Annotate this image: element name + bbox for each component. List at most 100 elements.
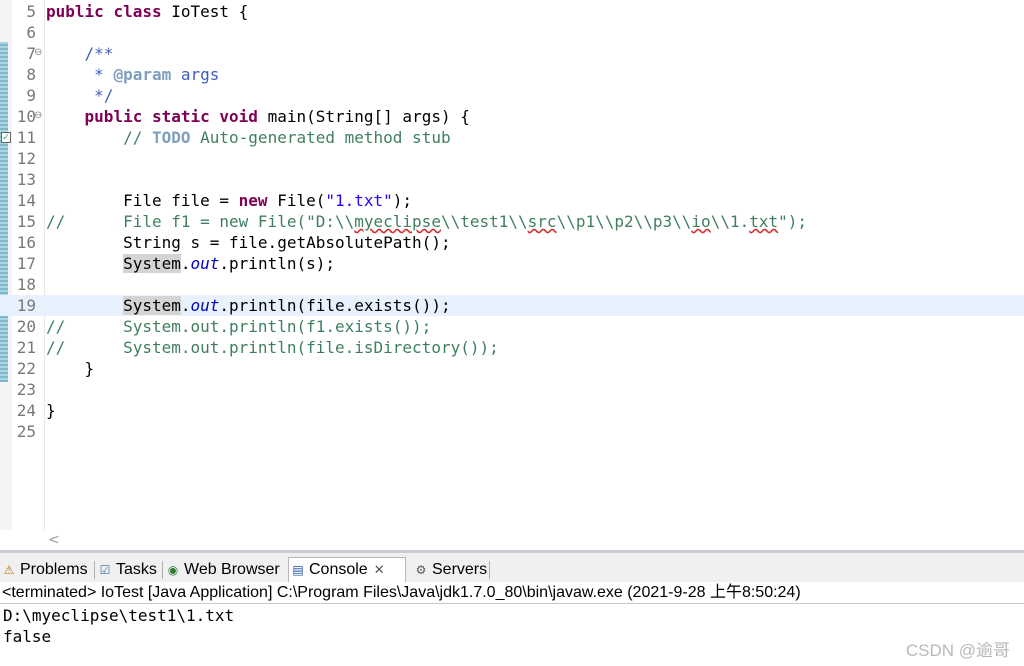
line-number: 10: [16, 107, 36, 126]
code-token: out: [190, 254, 220, 273]
code-line[interactable]: 25: [0, 421, 1024, 442]
code-editor[interactable]: 5 public class IoTest {6 7 ⊖ /** 8 * @param …: [0, 0, 1024, 530]
tab-web-browser[interactable]: ◉ Web Browser: [164, 557, 282, 582]
line-number: 13: [16, 170, 36, 189]
code-text: System.out.println(file.exists());: [46, 295, 451, 316]
code-line[interactable]: 18: [0, 274, 1024, 295]
code-line[interactable]: 12: [0, 148, 1024, 169]
current-code-line[interactable]: 19 System.out.println(file.exists());: [0, 295, 1024, 316]
line-number: 6: [26, 23, 36, 42]
tab-problems[interactable]: ⚠ Problems: [0, 557, 90, 582]
code-text: }: [46, 358, 95, 379]
tab-console[interactable]: ▤ Console ✕: [288, 557, 406, 582]
tab-separator: [162, 561, 163, 579]
code-token: "1.txt": [325, 191, 393, 210]
tab-separator: [94, 561, 95, 579]
code-token: public: [46, 2, 104, 21]
code-token: public: [84, 107, 143, 126]
code-line[interactable]: 5 public class IoTest {: [0, 1, 1024, 22]
code-line[interactable]: 7 ⊖ /**: [0, 43, 1024, 64]
code-token: main(String[] args) {: [257, 107, 470, 126]
code-token: }: [46, 401, 56, 420]
servers-icon: ⚙: [415, 562, 427, 577]
code-token: // File f1 = new File("D:\\: [46, 212, 355, 231]
code-token: args: [171, 65, 220, 84]
code-line[interactable]: 13: [0, 169, 1024, 190]
code-text: public class IoTest {: [46, 1, 248, 22]
code-line[interactable]: 14 File file = new File("1.txt");: [0, 190, 1024, 211]
line-number: 19: [16, 296, 36, 315]
code-token: .println(s);: [219, 254, 335, 273]
tab-separator: [489, 561, 490, 579]
code-token: myeclipse: [354, 212, 441, 231]
code-token: class: [113, 2, 162, 21]
code-token: \\p1\\p2\\p3\\: [556, 212, 692, 231]
code-line[interactable]: 10 ⊖ public static void main(String[] arg…: [0, 106, 1024, 127]
code-token: IoTest {: [161, 2, 249, 21]
console-output[interactable]: D:\myeclipse\test1\1.txt false: [0, 604, 1024, 666]
code-token: \\1.: [710, 212, 750, 231]
line-number: 24: [16, 401, 36, 420]
code-line[interactable]: 15// File f1 = new File("D:\\myeclipse\\…: [0, 211, 1024, 232]
view-tab-bar: ⚠ Problems ☑ Tasks ◉ Web Browser ▤ Conso…: [0, 550, 1024, 582]
tab-tasks[interactable]: ☑ Tasks: [96, 557, 159, 582]
code-token: System: [123, 296, 181, 315]
code-line[interactable]: 8 * @param args: [0, 64, 1024, 85]
scroll-left-icon[interactable]: <: [48, 532, 60, 548]
horizontal-scrollbar[interactable]: <: [44, 530, 1024, 550]
line-number: 15: [16, 212, 36, 231]
line-number: 11: [16, 128, 36, 147]
web-browser-icon: ◉: [167, 562, 179, 577]
line-number: 12: [16, 149, 36, 168]
code-token: //: [123, 128, 152, 147]
code-token: @param: [113, 65, 172, 84]
code-token: /**: [84, 44, 114, 63]
code-line[interactable]: 9 */: [0, 85, 1024, 106]
line-number: 8: [26, 65, 36, 84]
code-token: src: [527, 212, 557, 231]
code-text: // File f1 = new File("D:\\myeclipse\\te…: [46, 211, 807, 232]
code-text: * @param args: [46, 64, 219, 85]
code-line[interactable]: 24}: [0, 400, 1024, 421]
code-line[interactable]: 21 // System.out.println(file.isDirectory…: [0, 337, 1024, 358]
line-number: 20: [16, 317, 36, 336]
code-token: ");: [778, 212, 808, 231]
tab-servers[interactable]: ⚙ Servers: [412, 557, 489, 582]
code-text: public static void main(String[] args) {: [46, 106, 470, 127]
line-number: 14: [16, 191, 36, 210]
code-text: // System.out.println(file.isDirectory()…: [46, 337, 499, 358]
line-number: 5: [26, 2, 36, 21]
code-line[interactable]: 11 ✓ // TODO Auto-generated method stub: [0, 127, 1024, 148]
line-number: 17: [16, 254, 36, 273]
code-text: System.out.println(s);: [46, 253, 335, 274]
code-token: io: [691, 212, 711, 231]
line-number: 7: [26, 44, 36, 63]
code-line[interactable]: 17 System.out.println(s);: [0, 253, 1024, 274]
fold-toggle-icon[interactable]: ⊖: [34, 110, 42, 122]
close-icon[interactable]: ✕: [374, 562, 385, 578]
code-line[interactable]: 20 // System.out.println(f1.exists());: [0, 316, 1024, 337]
code-line[interactable]: 16 String s = file.getAbsolutePath();: [0, 232, 1024, 253]
code-token: File file =: [46, 191, 239, 210]
code-text: File file = new File("1.txt");: [46, 190, 412, 211]
console-icon: ▤: [292, 563, 304, 577]
line-number: 16: [16, 233, 36, 252]
code-token: new: [238, 191, 268, 210]
code-text: // System.out.println(f1.exists());: [46, 316, 431, 337]
code-line[interactable]: 6: [0, 22, 1024, 43]
code-token: */: [94, 86, 114, 105]
problems-icon: ⚠: [3, 562, 15, 577]
fold-toggle-icon[interactable]: ⊖: [34, 47, 42, 59]
code-text: /**: [46, 43, 114, 64]
code-line[interactable]: 23: [0, 379, 1024, 400]
code-token: // System.out.println(file.isDirectory()…: [46, 338, 499, 357]
code-line[interactable]: 22 }: [0, 358, 1024, 379]
